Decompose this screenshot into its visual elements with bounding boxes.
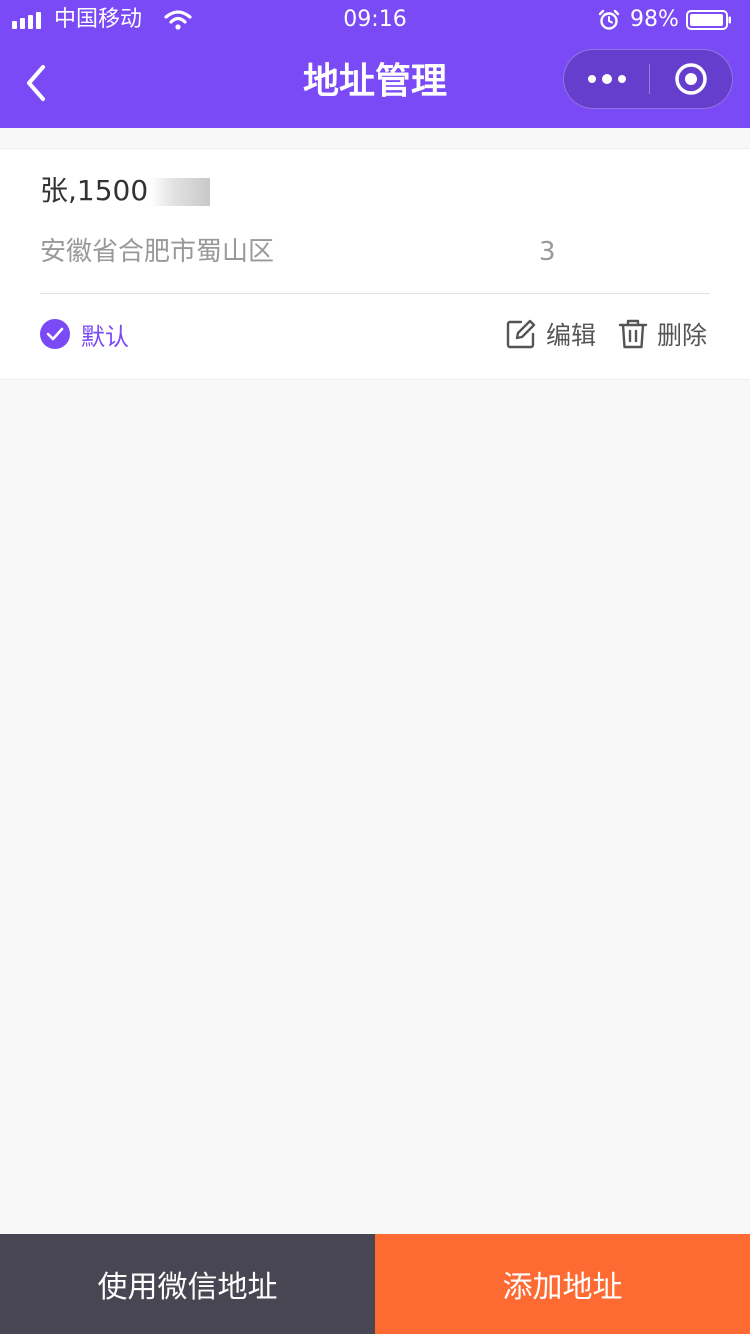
edit-label: 编辑 <box>546 321 597 350</box>
battery-icon <box>686 10 731 30</box>
mini-program-capsule <box>563 49 733 109</box>
add-address-button[interactable]: 添加地址 <box>375 1234 750 1334</box>
close-mini-program-button[interactable] <box>650 50 732 108</box>
edit-icon <box>506 319 536 349</box>
battery-percent: 98% <box>630 7 679 32</box>
delete-label: 删除 <box>657 321 708 350</box>
contact-line: 张,1500 <box>40 171 211 211</box>
app-header: 中国移动 09:16 98% 地址管理 <box>0 0 750 128</box>
default-label: 默认 <box>81 322 129 351</box>
default-address-toggle[interactable]: 默认 <box>40 314 129 354</box>
more-icon <box>588 74 626 84</box>
card-divider <box>40 293 710 294</box>
address-card[interactable]: 张,1500 安徽省合肥市蜀山区 3 默认 编辑 删除 <box>0 148 750 380</box>
status-bar: 中国移动 09:16 98% <box>0 0 750 40</box>
check-circle-icon <box>40 319 70 349</box>
delete-button[interactable]: 删除 <box>618 314 707 354</box>
contact-name-phone: 张,1500 <box>40 174 149 207</box>
bottom-action-bar: 使用微信地址 添加地址 <box>0 1234 750 1334</box>
close-target-icon <box>675 63 707 95</box>
edit-button[interactable]: 编辑 <box>505 314 596 354</box>
address-text-end: 3 <box>539 237 556 267</box>
use-wechat-address-button[interactable]: 使用微信地址 <box>0 1234 375 1334</box>
privacy-mask <box>150 178 211 206</box>
address-text-start: 安徽省合肥市蜀山区 <box>40 237 275 267</box>
alarm-icon <box>598 9 620 30</box>
more-button[interactable] <box>564 50 650 108</box>
trash-icon <box>618 319 648 349</box>
nav-bar: 地址管理 <box>0 40 750 128</box>
address-detail: 安徽省合肥市蜀山区 3 <box>40 233 710 271</box>
